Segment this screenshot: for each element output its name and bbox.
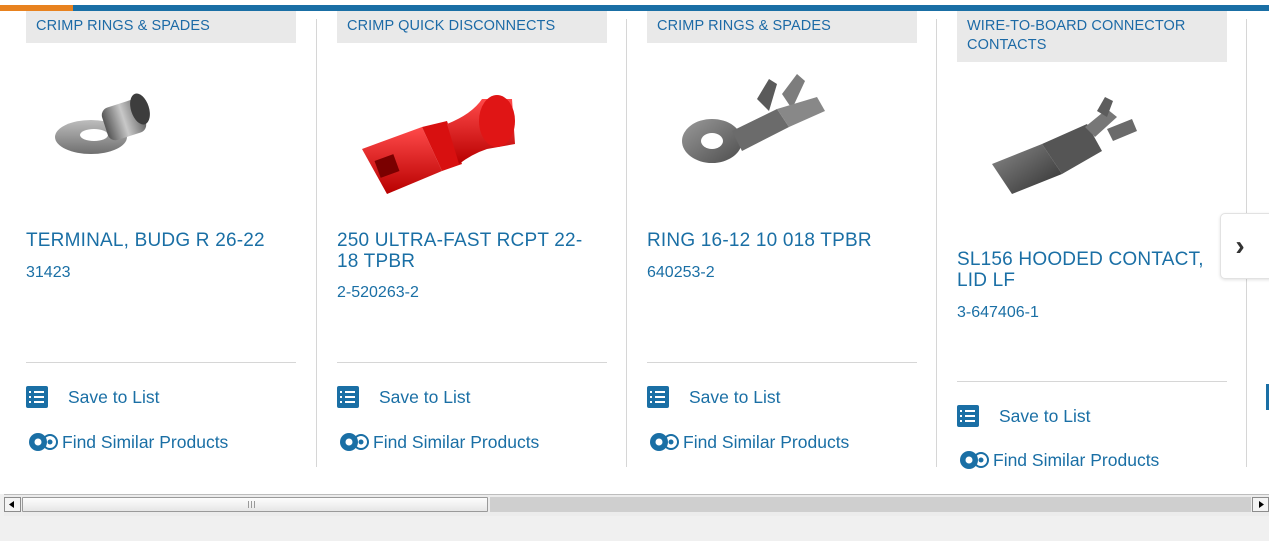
grip-icon [248,501,256,508]
category-label[interactable]: CRIMP RINGS & SPADES [647,11,917,43]
find-similar-button[interactable]: Find Similar Products [647,430,849,454]
part-number[interactable]: 640253-2 [647,264,715,282]
scrollbar-track[interactable] [490,497,1251,512]
product-image[interactable] [967,89,1217,229]
part-number[interactable]: 3-647406-1 [957,304,1039,322]
scroll-left-button[interactable] [4,497,21,512]
product-carousel: CRIMP RINGS & SPADES TERMINAL, BUDG R 26… [0,0,1269,494]
checklist-icon [957,405,979,427]
gears-icon [29,433,58,451]
product-image[interactable] [657,69,907,209]
product-card: WIRE-TO-BOARD CONNECTOR CONTACTS SL156 H… [957,11,1247,491]
scrollbar-thumb[interactable] [22,497,488,512]
find-similar-label: Find Similar Products [373,431,540,452]
save-to-list-button[interactable]: Save to List [957,404,1090,428]
product-image[interactable] [347,69,597,209]
find-similar-label: Find Similar Products [683,431,850,452]
card-separator [626,19,627,467]
part-number[interactable]: 2-520263-2 [337,284,419,302]
find-similar-button[interactable]: Find Similar Products [957,448,1159,472]
gears-icon [960,451,989,469]
checklist-icon [337,386,359,408]
save-to-list-label: Save to List [689,386,781,407]
checklist-icon [26,386,48,408]
scroll-right-button[interactable] [1252,497,1269,512]
card-separator [936,19,937,467]
find-similar-label: Find Similar Products [993,449,1160,470]
gears-icon [650,433,679,451]
triangle-left-icon [9,501,14,508]
category-label[interactable]: CRIMP RINGS & SPADES [26,11,296,43]
category-label[interactable]: WIRE-TO-BOARD CONNECTOR CONTACTS [957,11,1227,62]
triangle-right-icon [1259,501,1264,508]
product-title[interactable]: TERMINAL, BUDG R 26-22 [26,230,291,251]
product-title[interactable]: SL156 HOODED CONTACT, LID LF [957,249,1222,291]
find-similar-button[interactable]: Find Similar Products [26,430,228,454]
divider [647,362,917,363]
divider [337,362,607,363]
product-card: CRIMP RINGS & SPADES RING 16-12 10 018 T… [647,11,937,491]
product-title[interactable]: 250 ULTRA-FAST RCPT 22-18 TPBR [337,230,602,272]
divider [26,362,296,363]
gears-icon [340,433,369,451]
find-similar-label: Find Similar Products [62,431,229,452]
product-image[interactable] [36,71,286,211]
find-similar-button[interactable]: Find Similar Products [337,430,539,454]
save-to-list-label: Save to List [379,386,471,407]
product-card: CRIMP QUICK DISCONNECTS 250 ULTRA-FAST R… [337,11,627,491]
category-label[interactable]: CRIMP QUICK DISCONNECTS [337,11,607,43]
chevron-right-icon: › [1235,230,1245,261]
part-number[interactable]: 31423 [26,264,71,282]
carousel-next-button[interactable]: › [1220,213,1269,279]
divider [957,381,1227,382]
horizontal-scrollbar[interactable] [4,494,1269,516]
save-to-list-button[interactable]: Save to List [26,385,159,409]
product-card: CRIMP RINGS & SPADES TERMINAL, BUDG R 26… [26,11,317,491]
card-separator [316,19,317,467]
save-to-list-button[interactable]: Save to List [647,385,780,409]
product-title[interactable]: RING 16-12 10 018 TPBR [647,230,912,251]
save-to-list-button[interactable]: Save to List [337,385,470,409]
checklist-icon [647,386,669,408]
save-to-list-label: Save to List [999,405,1091,426]
save-to-list-label: Save to List [68,386,160,407]
